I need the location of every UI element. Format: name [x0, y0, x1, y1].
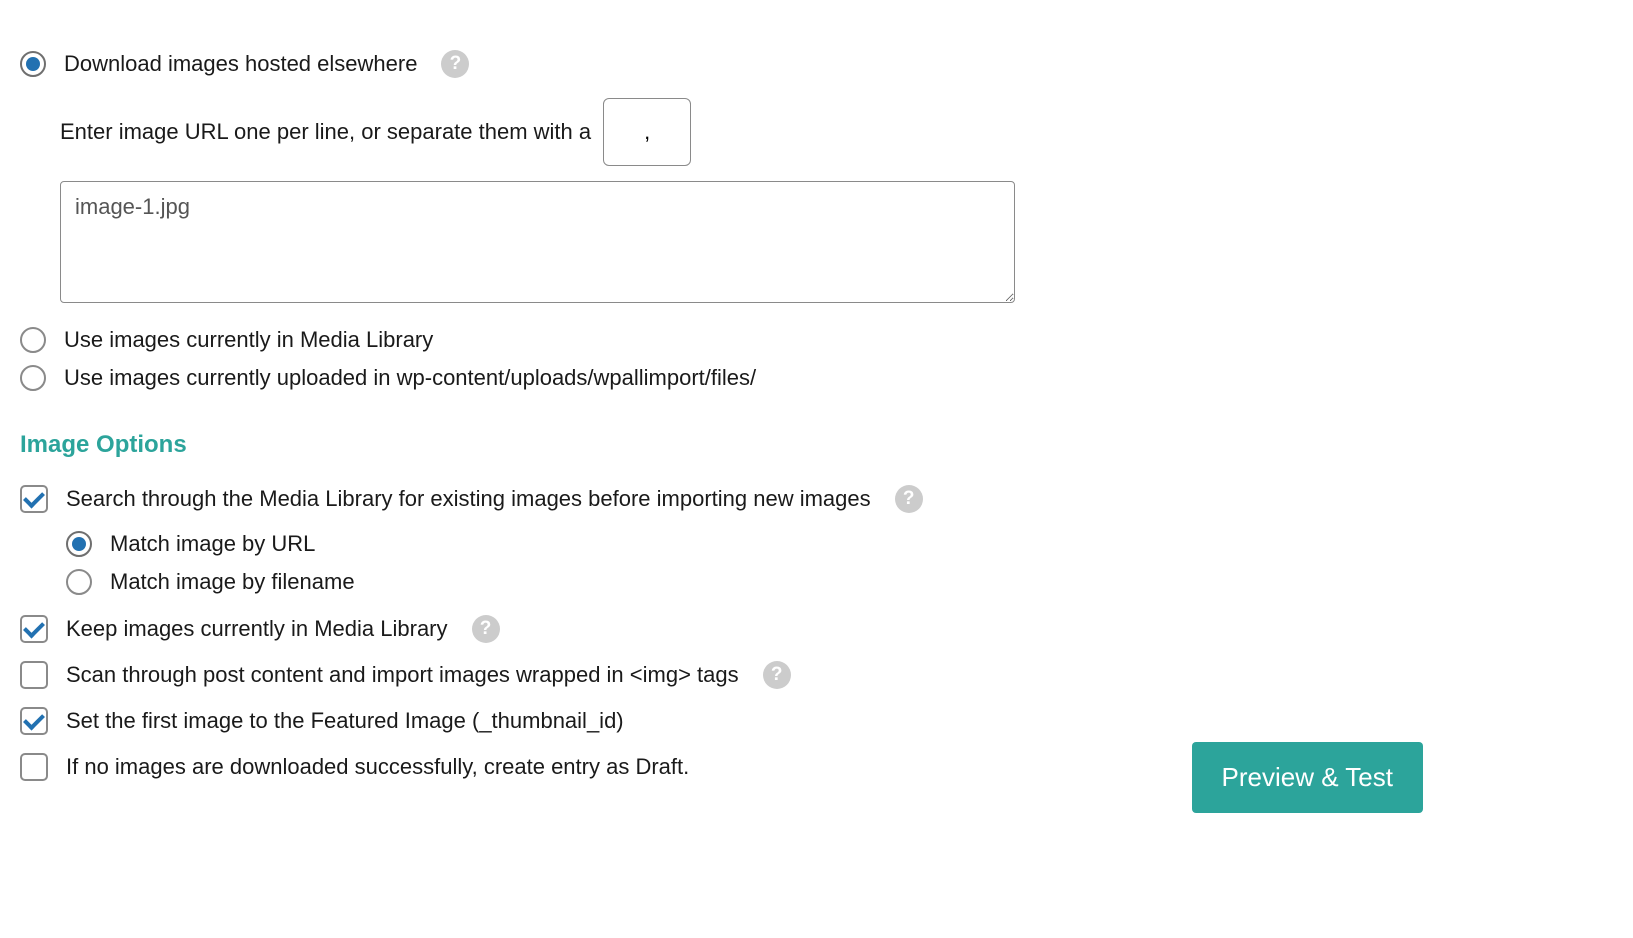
set-featured-checkbox[interactable] [20, 707, 48, 735]
preview-test-button[interactable]: Preview & Test [1192, 742, 1423, 813]
url-instruction-row: Enter image URL one per line, or separat… [60, 98, 1613, 166]
download-elsewhere-subblock: Enter image URL one per line, or separat… [60, 98, 1613, 309]
set-featured-option: Set the first image to the Featured Imag… [20, 707, 1613, 735]
download-elsewhere-label: Download images hosted elsewhere [64, 51, 417, 77]
keep-images-option: Keep images currently in Media Library ? [20, 615, 1613, 643]
scan-post-content-option: Scan through post content and import ima… [20, 661, 1613, 689]
use-uploads-option: Use images currently uploaded in wp-cont… [20, 365, 1613, 391]
keep-images-checkbox[interactable] [20, 615, 48, 643]
download-elsewhere-option: Download images hosted elsewhere ? [20, 50, 1613, 78]
help-icon[interactable]: ? [895, 485, 923, 513]
download-elsewhere-radio[interactable] [20, 51, 46, 77]
scan-post-content-checkbox[interactable] [20, 661, 48, 689]
url-instruction-label: Enter image URL one per line, or separat… [60, 119, 591, 145]
match-by-filename-radio[interactable] [66, 569, 92, 595]
keep-images-label: Keep images currently in Media Library [66, 616, 448, 642]
use-media-library-option: Use images currently in Media Library [20, 327, 1613, 353]
use-media-library-radio[interactable] [20, 327, 46, 353]
use-uploads-label: Use images currently uploaded in wp-cont… [64, 365, 756, 391]
match-by-url-option: Match image by URL [66, 531, 1613, 557]
match-by-filename-label: Match image by filename [110, 569, 355, 595]
create-draft-checkbox[interactable] [20, 753, 48, 781]
create-draft-label: If no images are downloaded successfully… [66, 754, 689, 780]
search-media-option: Search through the Media Library for exi… [20, 485, 1613, 513]
match-image-group: Match image by URL Match image by filena… [66, 531, 1613, 595]
search-media-label: Search through the Media Library for exi… [66, 486, 871, 512]
use-uploads-radio[interactable] [20, 365, 46, 391]
help-icon[interactable]: ? [763, 661, 791, 689]
set-featured-label: Set the first image to the Featured Imag… [66, 708, 624, 734]
match-by-url-radio[interactable] [66, 531, 92, 557]
search-media-checkbox[interactable] [20, 485, 48, 513]
match-by-url-label: Match image by URL [110, 531, 315, 557]
image-urls-textarea[interactable]: image-1.jpg [60, 181, 1015, 303]
scan-post-content-label: Scan through post content and import ima… [66, 662, 739, 688]
separator-input[interactable] [603, 98, 691, 166]
match-by-filename-option: Match image by filename [66, 569, 1613, 595]
help-icon[interactable]: ? [441, 50, 469, 78]
use-media-library-label: Use images currently in Media Library [64, 327, 433, 353]
image-options-heading: Image Options [20, 431, 1613, 459]
help-icon[interactable]: ? [472, 615, 500, 643]
